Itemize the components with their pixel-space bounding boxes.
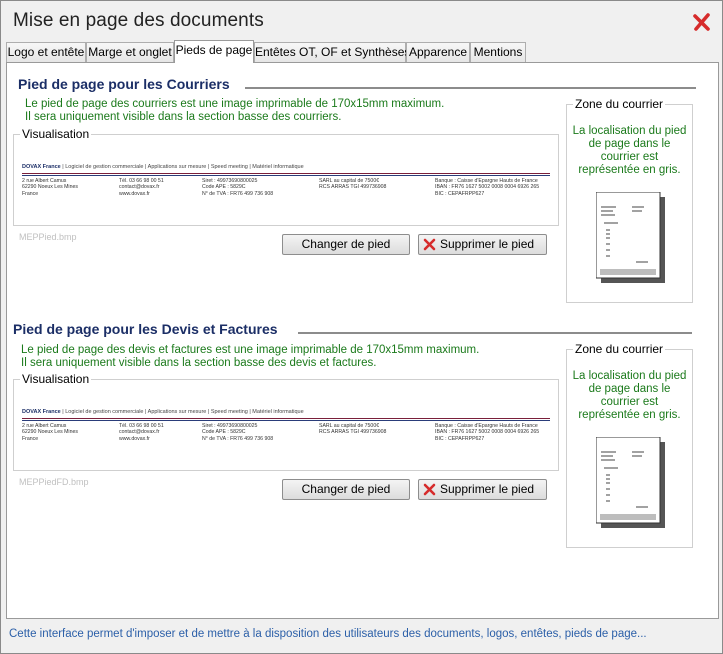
zone-description: La localisation du pied de page dans le …: [572, 125, 687, 176]
tab-marge-onglet[interactable]: Marge et onglet: [86, 42, 174, 62]
section-title: Pied de page pour les Devis et Factures: [13, 321, 278, 337]
tab-entetes-ot-of[interactable]: Entêtes OT, OF et Synthèses: [254, 42, 410, 62]
letter-page-icon: [596, 192, 665, 283]
delete-footer-label: Supprimer le pied: [440, 237, 535, 251]
preview-groupbox: Visualisation DOVAX France | Logiciel de…: [13, 372, 559, 471]
section-divider: [245, 87, 696, 89]
window-title: Mise en page des documents: [13, 10, 264, 31]
description-line: Le pied de page des devis et factures es…: [21, 344, 480, 356]
zone-du-courrier-box: Zone du courrier La localisation du pied…: [566, 342, 693, 548]
description-line: Il sera uniquement visible dans la secti…: [21, 357, 377, 369]
zone-label: Zone du courrier: [573, 97, 666, 111]
close-icon: [693, 13, 710, 31]
description-line: Il sera uniquement visible dans la secti…: [25, 111, 342, 123]
footer-preview-image: DOVAX France | Logiciel de gestion comme…: [22, 164, 552, 204]
tab-apparence[interactable]: Apparence: [406, 42, 470, 62]
status-text: Cette interface permet d'imposer et de m…: [9, 628, 647, 640]
letter-page-icon: [596, 437, 665, 528]
section-divider: [298, 332, 692, 334]
tab-panel-pieds-de-page: Pied de page pour les Courriers Le pied …: [6, 62, 719, 619]
file-name: MEPPiedFD.bmp: [19, 477, 89, 487]
change-footer-button[interactable]: Changer de pied: [282, 234, 410, 255]
red-x-icon: [423, 238, 436, 251]
tab-mentions[interactable]: Mentions: [470, 42, 526, 62]
footer-preview-image: DOVAX France | Logiciel de gestion comme…: [22, 409, 552, 449]
close-button[interactable]: [692, 12, 712, 32]
status-bar: Cette interface permet d'imposer et de m…: [1, 619, 722, 653]
preview-groupbox: Visualisation DOVAX France | Logiciel de…: [13, 127, 559, 226]
title-bar: Mise en page des documents: [1, 1, 722, 41]
change-footer-button[interactable]: Changer de pied: [282, 479, 410, 500]
footer-taglines: | Logiciel de gestion commerciale | Appl…: [62, 164, 304, 170]
zone-description: La localisation du pied de page dans le …: [572, 370, 687, 421]
description-line: Le pied de page des courriers est une im…: [25, 98, 445, 110]
tab-logo-entete[interactable]: Logo et entête: [6, 42, 86, 62]
section-title: Pied de page pour les Courriers: [18, 76, 230, 92]
red-x-icon: [423, 483, 436, 496]
preview-label: Visualisation: [20, 372, 92, 386]
footer-brand: DOVAX France: [22, 164, 61, 170]
delete-footer-label: Supprimer le pied: [440, 482, 535, 496]
zone-label: Zone du courrier: [573, 342, 666, 356]
delete-footer-button[interactable]: Supprimer le pied: [418, 479, 547, 500]
footer-brand: DOVAX France: [22, 409, 61, 415]
zone-du-courrier-box: Zone du courrier La localisation du pied…: [566, 97, 693, 303]
file-name: MEPPied.bmp: [19, 232, 77, 242]
tab-strip: Logo et entête Marge et onglet Pieds de …: [6, 40, 721, 63]
preview-label: Visualisation: [20, 127, 92, 141]
tab-pieds-de-page[interactable]: Pieds de page: [174, 40, 254, 63]
delete-footer-button[interactable]: Supprimer le pied: [418, 234, 547, 255]
dialog-window: Mise en page des documents Logo et entêt…: [0, 0, 723, 654]
footer-taglines: | Logiciel de gestion commerciale | Appl…: [62, 409, 304, 415]
